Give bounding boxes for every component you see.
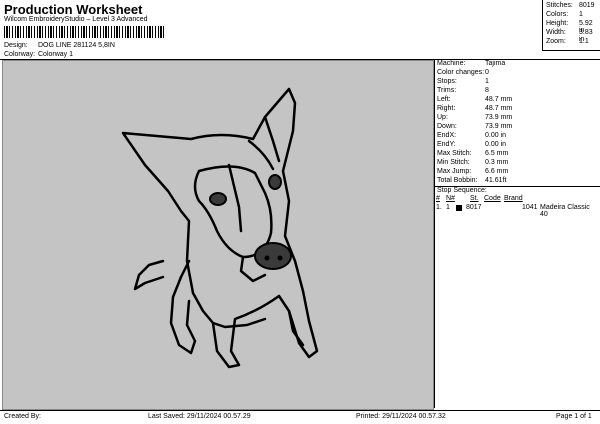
color-swatch: [456, 205, 462, 211]
stop-sequence-title: Stop Sequence:: [437, 187, 487, 194]
created-by: Created By:: [4, 413, 41, 420]
printed-date: Printed: 29/11/2024 00.57.32: [356, 413, 446, 420]
col-header-code: Code: [484, 195, 501, 202]
page-number: Page 1 of 1: [556, 413, 592, 420]
software-subtitle: Wilcom EmbroideryStudio – Level 3 Advanc…: [4, 16, 148, 23]
colorway-label: Colorway:: [4, 51, 36, 58]
barcode: [4, 26, 164, 38]
col-header-brand: Brand: [504, 195, 523, 202]
colorway-value: Colorway 1: [38, 51, 74, 58]
design-value: DOG LINE 281124 5,8IN: [38, 42, 115, 49]
design-preview-canvas: [2, 60, 434, 410]
row-brand: Madeira Classic 40: [540, 204, 590, 218]
col-header-needle: N#: [446, 195, 455, 202]
info-panel: Machine: Tajima Color changes: 0 Stops: 1 T…: [434, 60, 600, 408]
footer-divider: [0, 410, 600, 411]
row-code: 1041: [522, 204, 538, 211]
row-num: 1.: [436, 204, 442, 211]
col-header-num: #: [436, 195, 440, 202]
row-needle: 1: [446, 204, 450, 211]
page-title: Production Worksheet: [4, 2, 143, 17]
stop-sequence-header: # N# St. Code Brand: [436, 195, 598, 204]
row-stitches: 8017: [466, 204, 482, 211]
stats-box: Stitches: 8019 Colors: 1 Height: 5.92 in Wi…: [542, 0, 600, 51]
col-header-stitches: St.: [470, 195, 479, 202]
last-saved: Last Saved: 29/11/2024 00.57.29: [148, 413, 251, 420]
dog-line-art: [121, 87, 319, 369]
design-label: Design:: [4, 42, 28, 49]
table-row: 1. 1 8017 1041 Madeira Classic 40: [436, 204, 598, 218]
